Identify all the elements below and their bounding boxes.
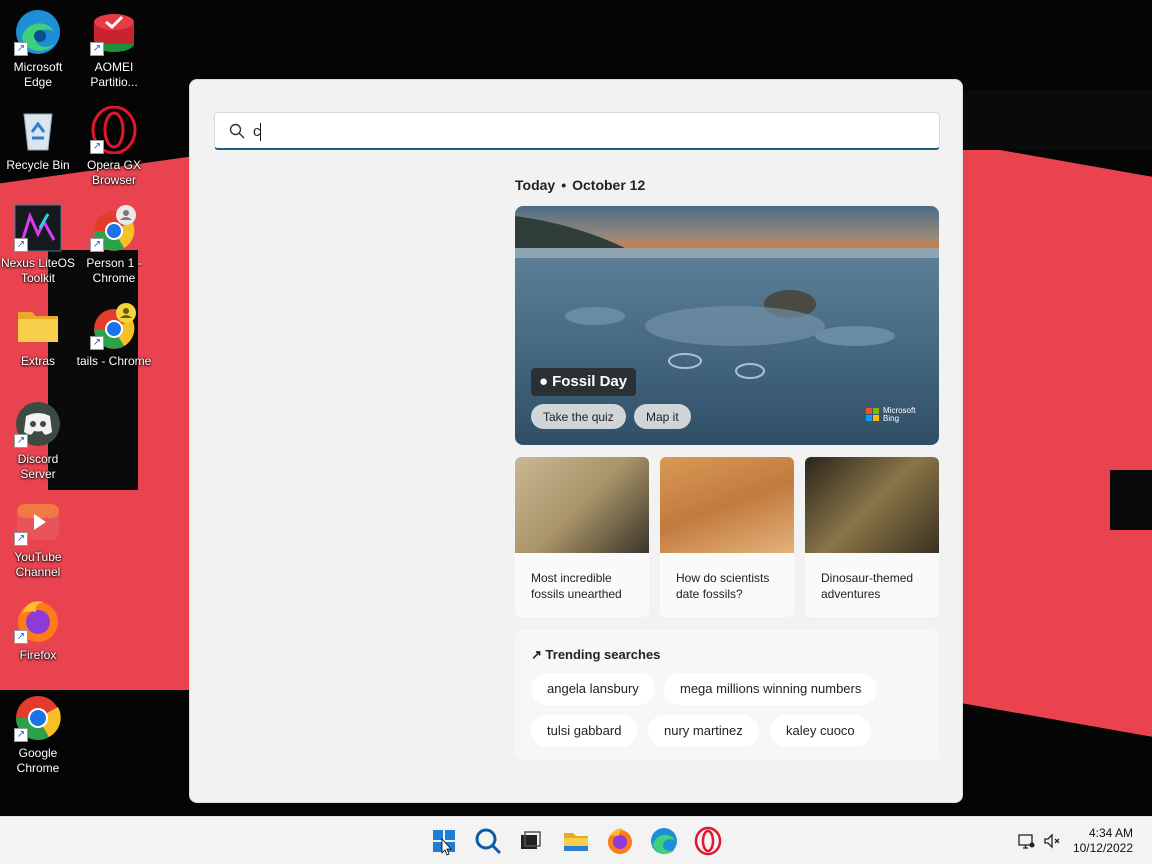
network-icon[interactable] (1017, 832, 1035, 850)
trending-header: ↗ Trending searches (531, 647, 660, 663)
desktop-icon-opera-gx[interactable]: ↗ Opera GX Browser (76, 105, 152, 188)
trending-header-label: Trending searches (545, 647, 661, 662)
trending-chip[interactable]: nury martinez (648, 715, 759, 747)
desktop-icon-extras[interactable]: Extras (0, 302, 76, 369)
desktop-icon-label: tails - Chrome (76, 354, 152, 368)
nexus-toolkit-icon: ↗ (14, 204, 62, 252)
trending-searches: ↗ Trending searches angela lansbury mega… (515, 630, 939, 760)
desktop-icon-discord[interactable]: ↗ Discord Server (0, 400, 76, 482)
microsoft-logo-icon (866, 408, 880, 422)
desktop-icon-google-chrome[interactable]: ↗ Google Chrome (0, 694, 76, 776)
file-explorer-icon[interactable] (560, 825, 592, 857)
desktop-icon-nexus-toolkit[interactable]: ↗ Nexus LiteOS Toolkit (0, 204, 76, 286)
desktop-icon-firefox[interactable]: ↗ Firefox (0, 596, 76, 663)
hero-tag[interactable]: ● Fossil Day (531, 368, 637, 396)
desktop-icon-label: Nexus LiteOS Toolkit (0, 256, 76, 285)
desktop-icon-recycle-bin[interactable]: Recycle Bin (0, 106, 76, 173)
hero-tag-label: Fossil Day (552, 373, 628, 390)
opera-gx-icon: ↗ (90, 105, 138, 155)
desktop-icon-person1-chrome[interactable]: ↗ Person 1 - Chrome (76, 204, 152, 286)
location-pin-icon: ● (539, 373, 549, 390)
folder-icon (14, 302, 62, 350)
trending-chip[interactable]: tulsi gabbard (531, 715, 638, 747)
trending-chip[interactable]: kaley cuoco (770, 715, 871, 747)
desktop-icon-label: Opera GX Browser (86, 158, 142, 187)
brand-line2: Bing (883, 414, 900, 423)
desktop-icon-label: Person 1 - Chrome (86, 256, 142, 285)
card-title: How do scientists date fossils? (676, 571, 770, 601)
firefox-icon: ↗ (14, 596, 62, 644)
taskbar: 4:34 AM 10/12/2022 (0, 816, 1152, 864)
clock-date: 10/12/2022 (1072, 841, 1133, 855)
card-thumbnail (805, 457, 939, 553)
start-icon[interactable] (428, 825, 460, 857)
clock-time: 4:34 AM (1088, 826, 1133, 840)
microsoft-bing-logo: Microsoft Bing (866, 407, 915, 423)
card-title: Dinosaur-themed adventures (821, 571, 914, 601)
discord-icon: ↗ (14, 400, 62, 448)
aomei-icon: ↗ (90, 8, 138, 56)
desktop-icon-aomei[interactable]: ↗ AOMEI Partitio... (76, 8, 152, 90)
search-panel: Today • October 12 ●Fossil Day Take the qu… (189, 79, 963, 803)
card-thumbnail (660, 457, 794, 553)
desktop-icon-youtube[interactable]: ↗ YouTube Channel (0, 498, 76, 580)
firefox-icon[interactable] (604, 825, 636, 857)
recycle-bin-icon (14, 106, 62, 154)
separator-dot: • (561, 177, 567, 193)
youtube-icon: ↗ (14, 498, 62, 546)
text-caret (260, 123, 261, 141)
search-icon (229, 123, 245, 139)
card-title: Most incredible fossils unearthed (531, 571, 622, 601)
search-icon[interactable] (472, 825, 504, 857)
opera-icon[interactable] (692, 825, 724, 857)
desktop-icon-label: Discord Server (17, 452, 59, 481)
trending-arrow-icon: ↗ (531, 647, 542, 662)
map-it-button[interactable]: Map it (634, 404, 691, 429)
search-input[interactable] (253, 120, 923, 142)
task-view-icon[interactable] (514, 825, 546, 857)
edge-icon: ↗ (14, 8, 62, 56)
chrome-icon: ↗ (14, 694, 62, 742)
today-date: October 12 (572, 177, 646, 193)
edge-icon[interactable] (648, 825, 680, 857)
trending-chip[interactable]: mega millions winning numbers (664, 673, 878, 705)
chrome-profile-icon: ↗ (90, 204, 138, 252)
desktop-icon-label: AOMEI Partitio... (90, 60, 138, 89)
desktop-icon-label: Extras (20, 354, 55, 368)
desktop-icon-label: Google Chrome (16, 746, 60, 775)
today-heading: Today • October 12 (515, 177, 645, 193)
desktop-icon-label: Microsoft Edge (13, 60, 63, 89)
chrome-profile-icon: ↗ (90, 302, 138, 350)
system-clock[interactable]: 4:34 AM 10/12/2022 (1073, 826, 1133, 856)
desktop-icon-edge[interactable]: ↗ Microsoft Edge (0, 8, 76, 90)
desktop-icon-tails-chrome[interactable]: ↗ tails - Chrome (76, 302, 152, 369)
volume-muted-icon[interactable] (1043, 832, 1061, 850)
desktop-icon-label: Firefox (19, 648, 57, 662)
take-quiz-button[interactable]: Take the quiz (531, 404, 626, 429)
search-box[interactable] (214, 112, 940, 150)
trending-chip[interactable]: angela lansbury (531, 673, 655, 705)
hero-card[interactable]: ● Fossil Day Take the quiz Map it Microso… (515, 206, 939, 445)
card-thumbnail (515, 457, 649, 553)
card-dinosaur-adventures[interactable]: Dinosaur-themed adventures (805, 457, 939, 617)
today-label: Today (515, 177, 556, 193)
desktop-icon-label: YouTube Channel (14, 550, 62, 579)
desktop-icon-label: Recycle Bin (6, 158, 70, 172)
card-fossils-unearthed[interactable]: Most incredible fossils unearthed (515, 457, 649, 617)
card-date-fossils[interactable]: How do scientists date fossils? (660, 457, 794, 617)
